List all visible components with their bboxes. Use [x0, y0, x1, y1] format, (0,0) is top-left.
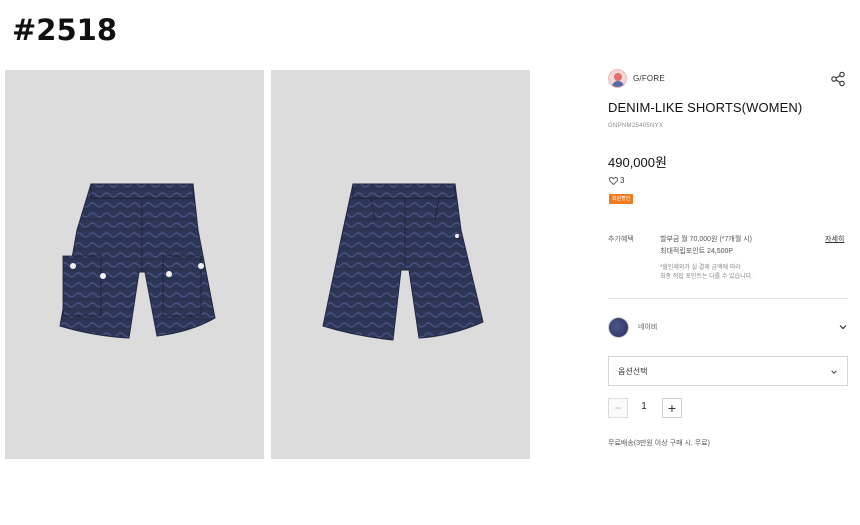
chevron-down-icon [839, 325, 847, 330]
divider [608, 298, 848, 299]
heart-icon [609, 176, 618, 185]
benefits-detail-link[interactable]: 자세히 [825, 234, 844, 244]
max-points-info: 최대적립포인트 24,500P [660, 248, 734, 255]
product-code: GNPNM25405NYX [608, 123, 664, 129]
color-swatch-navy[interactable] [608, 316, 629, 338]
shorts-front-illustration [59, 183, 216, 339]
product-image-front[interactable] [5, 70, 264, 459]
color-option-selector[interactable]: 네이비 [608, 316, 848, 338]
page-tag: #2518 [12, 13, 118, 47]
like-count: 3 [620, 176, 625, 185]
member-discount-badge: 회원할인 [609, 194, 634, 204]
benefits-label: 추가혜택 [608, 236, 634, 243]
brand-row[interactable]: G/FORE [608, 69, 665, 88]
product-title: DENIM-LIKE SHORTS(WOMEN) [608, 100, 803, 115]
shorts-back-illustration [322, 183, 484, 341]
share-icon[interactable] [830, 71, 846, 87]
option-select-dropdown[interactable]: 옵션선택 [608, 356, 848, 386]
color-option-name: 네이비 [638, 324, 658, 331]
installment-info: 할부금 월 70,000원 (*7개월 시) [660, 236, 752, 243]
brand-avatar-icon [608, 69, 627, 88]
brand-name: G/FORE [633, 74, 665, 83]
shipping-info: 무료배송(3만원 이상 구매 시, 무료) [608, 440, 710, 447]
product-image-back[interactable] [271, 70, 530, 459]
like-button[interactable]: 3 [609, 176, 624, 185]
option-select-placeholder: 옵션선택 [618, 366, 648, 376]
product-price: 490,000원 [608, 155, 667, 170]
quantity-increase-button[interactable]: + [662, 398, 682, 418]
quantity-decrease-button[interactable]: − [608, 398, 628, 418]
points-note-line2: 최종 적립 포인트는 다를 수 있습니다. [660, 274, 753, 280]
points-note-line1: *할인제외가 실 결제 금액에 따라 [660, 265, 741, 271]
quantity-value: 1 [641, 401, 647, 412]
chevron-down-icon [831, 370, 837, 374]
